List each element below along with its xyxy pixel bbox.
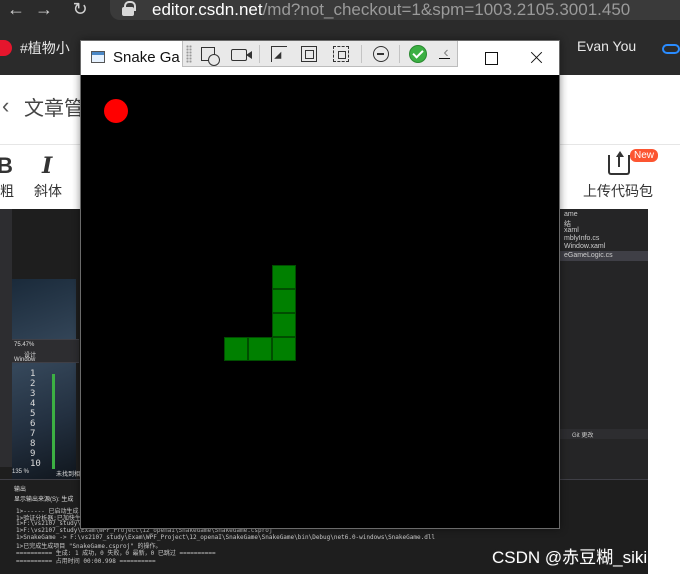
italic-icon[interactable]: I [42, 153, 52, 179]
snake-segment [224, 337, 248, 361]
reload-icon[interactable]: ↻ [70, 0, 90, 20]
bold-label[interactable]: 粗 [0, 181, 14, 201]
solution-item: mblyInfo.cs [564, 235, 600, 242]
output-line: ========== 占用时间 00:00.998 ========== [16, 558, 156, 565]
hot-reload-icon[interactable] [373, 46, 389, 62]
line-number: 5 [30, 409, 36, 419]
ide-solution-explorer: ame 结 xaml mblyInfo.cs Window.xaml eGame… [560, 209, 648, 509]
forward-arrow-icon[interactable]: → [34, 0, 54, 20]
page-title: 文章管 [24, 98, 84, 120]
watermark: CSDN @赤豆糊_siki [492, 548, 648, 567]
toolbar-separator [361, 45, 362, 63]
app-window-icon [91, 51, 105, 63]
solution-item: Window.xaml [564, 243, 606, 250]
snake-game-window[interactable]: Snake Ga ‹ [80, 40, 560, 529]
ide-side-strip [0, 209, 12, 467]
line-number: 2 [30, 379, 36, 389]
ide-solution-tabs: Git 更改 [560, 429, 648, 439]
line-number: 3 [30, 389, 36, 399]
food-apple [104, 99, 128, 123]
cloud-icon[interactable] [662, 44, 680, 54]
lock-icon [122, 1, 136, 16]
output-line: 1>SnakeGame -> F:\vs2107_study\Exam\WPF_… [16, 534, 436, 541]
address-bar[interactable]: editor.csdn.net/md?not_checkout=1&spm=10… [110, 0, 680, 20]
italic-label[interactable]: 斜体 [34, 181, 62, 201]
upload-code-icon[interactable] [608, 151, 630, 175]
snake-head [272, 265, 296, 289]
toolbar-separator [399, 45, 400, 63]
bold-icon[interactable]: B [0, 153, 13, 179]
upload-code-label[interactable]: 上传代码包 [583, 181, 653, 201]
line-number: 4 [30, 399, 36, 409]
pointer-select-icon[interactable] [271, 46, 287, 62]
game-board[interactable] [81, 75, 559, 528]
grip-icon[interactable] [186, 45, 192, 63]
ide-tab-label: Git 更改 [572, 433, 594, 439]
back-arrow-icon[interactable]: ← [6, 0, 26, 20]
weibo-icon [0, 40, 12, 56]
wpf-runtime-toolbar: ‹ [182, 41, 458, 67]
ide-designer-toolbar: 75.47% 设计 Window [12, 339, 79, 363]
maximize-button[interactable] [467, 41, 513, 75]
solution-item: eGameLogic.cs [564, 252, 613, 259]
line-number: 6 [30, 419, 36, 429]
url-text: editor.csdn.net/md?not_checkout=1&spm=10… [152, 0, 630, 20]
solution-item: xaml [564, 227, 579, 234]
snake-segment [272, 337, 296, 361]
ide-zoom-label: 75.47% [14, 342, 35, 348]
bookmark-item[interactable]: Evan You [577, 38, 636, 54]
output-source: 显示输出来源(S): 生成 [14, 497, 74, 503]
line-number: 8 [30, 439, 36, 449]
toolbar-separator [259, 45, 260, 63]
line-number: 9 [30, 449, 36, 459]
camera-icon[interactable] [231, 49, 252, 61]
url-path: /md?not_checkout=1&spm=1003.2105.3001.45… [262, 0, 631, 19]
line-number: 7 [30, 429, 36, 439]
layout-frame-icon[interactable] [301, 46, 317, 62]
window-titlebar[interactable]: Snake Ga ‹ [81, 41, 559, 75]
output-title: 输出 [14, 487, 27, 493]
ide-line-numbers: 1 2 3 4 5 6 7 8 9 10 [30, 369, 70, 469]
bookmark-item[interactable]: #植物小 [20, 38, 70, 58]
ide-zoom2: 135 % [12, 469, 30, 475]
new-badge: New [630, 149, 659, 162]
line-number: 1 [30, 369, 36, 379]
snake-segment [248, 337, 272, 361]
minimize-button[interactable] [421, 41, 467, 75]
url-host: editor.csdn.net [152, 0, 263, 19]
adorner-icon[interactable] [333, 46, 349, 62]
snake-segment [272, 313, 296, 337]
select-element-icon[interactable] [201, 47, 220, 66]
chevron-left-icon[interactable]: ‹ [2, 93, 9, 119]
close-button[interactable] [513, 41, 559, 75]
ide-window-label: Window [14, 357, 36, 363]
line-number: 10 [30, 459, 41, 469]
window-title: Snake Ga [113, 49, 180, 66]
snake-segment [272, 289, 296, 313]
solution-item: ame [564, 211, 578, 218]
